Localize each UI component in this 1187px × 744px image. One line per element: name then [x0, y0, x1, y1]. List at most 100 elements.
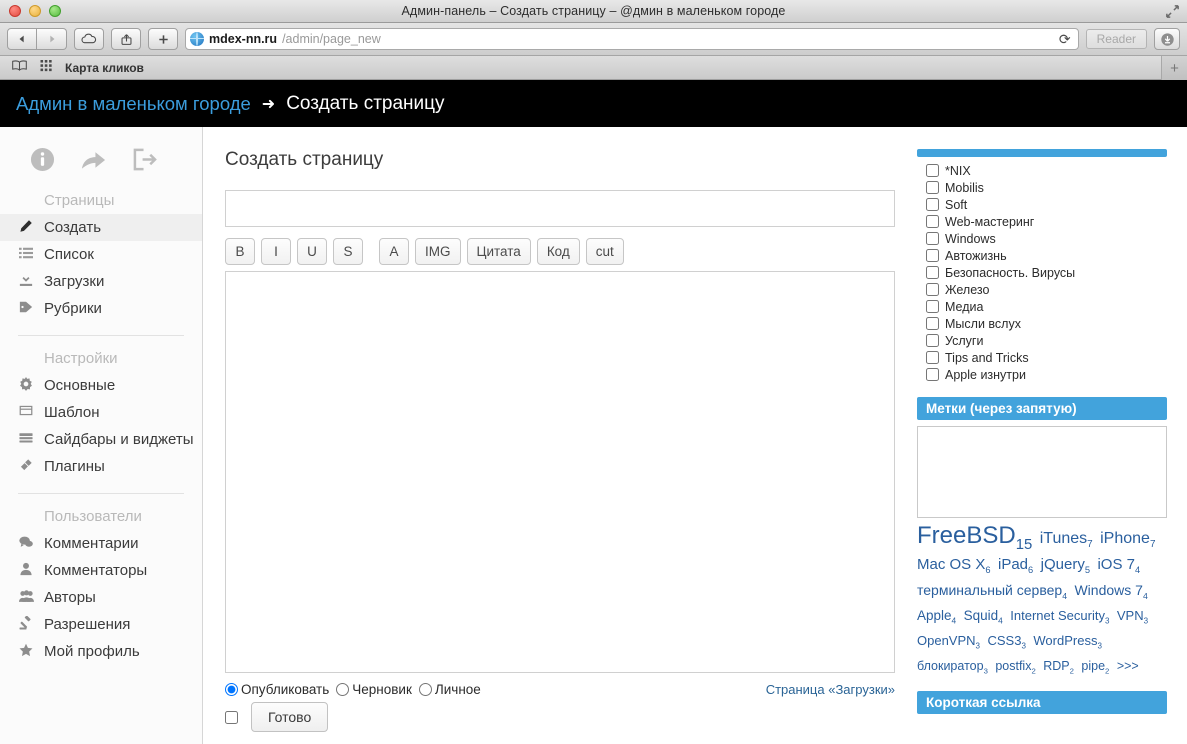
tag-cloud-link[interactable]: OpenVPN3 — [917, 633, 980, 651]
sidebar-item-zagruzki[interactable]: Загрузки — [0, 268, 202, 295]
rubric-checkbox-item[interactable]: Мысли вслух — [926, 315, 1167, 332]
sidebar-item-kommentarii[interactable]: Комментарии — [0, 530, 202, 557]
tag-cloud-more-link[interactable]: >>> — [1117, 659, 1139, 673]
rubric-checkbox-item[interactable]: Web-мастеринг — [926, 213, 1167, 230]
rubric-checkbox[interactable] — [926, 300, 939, 313]
forward-icon[interactable] — [80, 147, 107, 172]
sidebar-item-osnovnye[interactable]: Основные — [0, 372, 202, 399]
underline-button[interactable]: U — [297, 238, 327, 265]
reader-button[interactable]: Reader — [1085, 29, 1147, 49]
tag-cloud-link[interactable]: iTunes7 — [1040, 530, 1093, 550]
sidebar-item-plaginy[interactable]: Плагины — [0, 453, 202, 480]
sidebar-item-razresheniya[interactable]: Разрешения — [0, 611, 202, 638]
back-button[interactable] — [7, 28, 37, 50]
radio-private-input[interactable] — [418, 683, 432, 696]
cut-button[interactable]: cut — [585, 238, 624, 265]
rubric-checkbox-item[interactable]: Железо — [926, 281, 1167, 298]
forward-button[interactable] — [37, 28, 67, 50]
sidebar-item-avtory[interactable]: Авторы — [0, 584, 202, 611]
rubric-checkbox[interactable] — [926, 181, 939, 194]
tag-cloud-link[interactable]: CSS33 — [987, 633, 1025, 651]
sidebar-item-shablon[interactable]: Шаблон — [0, 399, 202, 426]
reload-icon[interactable]: ⟳ — [1059, 31, 1074, 48]
rubric-checkbox-item[interactable]: Автожизнь — [926, 247, 1167, 264]
radio-publish[interactable]: Опубликовать — [225, 682, 329, 697]
code-button[interactable]: Код — [536, 238, 580, 265]
icloud-tabs-button[interactable] — [74, 28, 104, 50]
rubric-checkbox[interactable] — [926, 266, 939, 279]
rubric-checkbox[interactable] — [926, 164, 939, 177]
tag-cloud-link[interactable]: iPad6 — [998, 556, 1033, 575]
minimize-button[interactable] — [29, 5, 41, 17]
rubric-checkbox[interactable] — [926, 232, 939, 245]
tag-cloud-link[interactable]: pipe2 — [1081, 659, 1109, 676]
tag-cloud-link[interactable]: RDP2 — [1043, 659, 1074, 676]
tag-cloud-link[interactable]: терминальный сервер4 — [917, 582, 1067, 601]
site-title-link[interactable]: Админ в маленьком городе — [16, 93, 251, 115]
close-button[interactable] — [9, 5, 21, 17]
bold-button[interactable]: B — [225, 238, 255, 265]
info-icon[interactable] — [30, 147, 55, 172]
tag-cloud-link[interactable]: блокиратор3 — [917, 659, 988, 676]
tag-cloud-link[interactable]: Squid4 — [964, 608, 1003, 626]
rubric-checkbox[interactable] — [926, 334, 939, 347]
bookmarks-sidebar-icon[interactable] — [11, 59, 28, 77]
sidebar-item-kommentatory[interactable]: Комментаторы — [0, 557, 202, 584]
bookmark-item-karta-klikov[interactable]: Карта кликов — [65, 61, 144, 75]
tags-input[interactable] — [917, 426, 1167, 518]
tag-cloud-link[interactable]: iPhone7 — [1100, 530, 1155, 550]
sidebar-item-sajdbary-i-vidzhety[interactable]: Сайдбары и виджеты — [0, 426, 202, 453]
tag-cloud-link[interactable]: VPN3 — [1117, 608, 1148, 626]
rubric-checkbox[interactable] — [926, 215, 939, 228]
sidebar-item-rubriki[interactable]: Рубрики — [0, 295, 202, 322]
rubric-checkbox-item[interactable]: Soft — [926, 196, 1167, 213]
rubric-checkbox-item[interactable]: Mobilis — [926, 179, 1167, 196]
radio-draft[interactable]: Черновик — [336, 682, 412, 697]
tag-cloud-link[interactable]: WordPress3 — [1033, 633, 1102, 651]
downloads-button[interactable] — [1154, 28, 1180, 50]
rubric-checkbox-item[interactable]: Медиа — [926, 298, 1167, 315]
rubric-checkbox-item[interactable]: Windows — [926, 230, 1167, 247]
image-button[interactable]: IMG — [415, 238, 461, 265]
uploads-page-link[interactable]: Страница «Загрузки» — [766, 682, 895, 697]
new-tab-button[interactable] — [148, 28, 178, 50]
page-title-input[interactable] — [225, 190, 895, 227]
rubric-checkbox-item[interactable]: *NIX — [926, 162, 1167, 179]
tag-cloud-link[interactable]: Internet Security3 — [1010, 608, 1109, 626]
link-button[interactable]: A — [379, 238, 409, 265]
rubric-checkbox-item[interactable]: Tips and Tricks — [926, 349, 1167, 366]
top-sites-icon[interactable] — [40, 59, 53, 77]
rubric-checkbox[interactable] — [926, 283, 939, 296]
radio-private[interactable]: Личное — [418, 682, 481, 697]
rubric-checkbox-item[interactable]: Apple изнутри — [926, 366, 1167, 383]
address-bar[interactable]: mdex-nn.ru/admin/page_new ⟳ — [185, 28, 1079, 50]
fullscreen-icon[interactable] — [1165, 4, 1180, 19]
done-button[interactable]: Готово — [251, 702, 329, 732]
logout-icon[interactable] — [132, 147, 157, 172]
tag-cloud-link[interactable]: postfix2 — [995, 659, 1035, 676]
radio-draft-input[interactable] — [336, 683, 350, 696]
italic-button[interactable]: I — [261, 238, 291, 265]
radio-publish-input[interactable] — [225, 683, 238, 696]
sidebar-item-moj-profil[interactable]: Мой профиль — [0, 638, 202, 665]
rubric-checkbox[interactable] — [926, 249, 939, 262]
rubric-checkbox-item[interactable]: Безопасность. Вирусы — [926, 264, 1167, 281]
tag-cloud-link[interactable]: Apple4 — [917, 608, 956, 626]
share-button[interactable] — [111, 28, 141, 50]
rubric-checkbox[interactable] — [926, 317, 939, 330]
tag-cloud-link[interactable]: jQuery5 — [1041, 556, 1090, 575]
quote-button[interactable]: Цитата — [466, 238, 531, 265]
maximize-button[interactable] — [49, 5, 61, 17]
tag-cloud-link[interactable]: FreeBSD15 — [917, 522, 1032, 553]
add-tab-button[interactable]: + — [1161, 56, 1187, 80]
rubric-checkbox[interactable] — [926, 198, 939, 211]
strike-button[interactable]: S — [333, 238, 363, 265]
tag-cloud-link[interactable]: Windows 74 — [1074, 582, 1147, 601]
sidebar-item-sozdat[interactable]: Создать — [0, 214, 202, 241]
tag-cloud-link[interactable]: iOS 74 — [1097, 556, 1140, 575]
rubric-checkbox-item[interactable]: Услуги — [926, 332, 1167, 349]
submit-checkbox[interactable] — [225, 710, 238, 724]
sidebar-item-spisok[interactable]: Список — [0, 241, 202, 268]
content-editor[interactable] — [225, 271, 895, 673]
rubric-checkbox[interactable] — [926, 351, 939, 364]
